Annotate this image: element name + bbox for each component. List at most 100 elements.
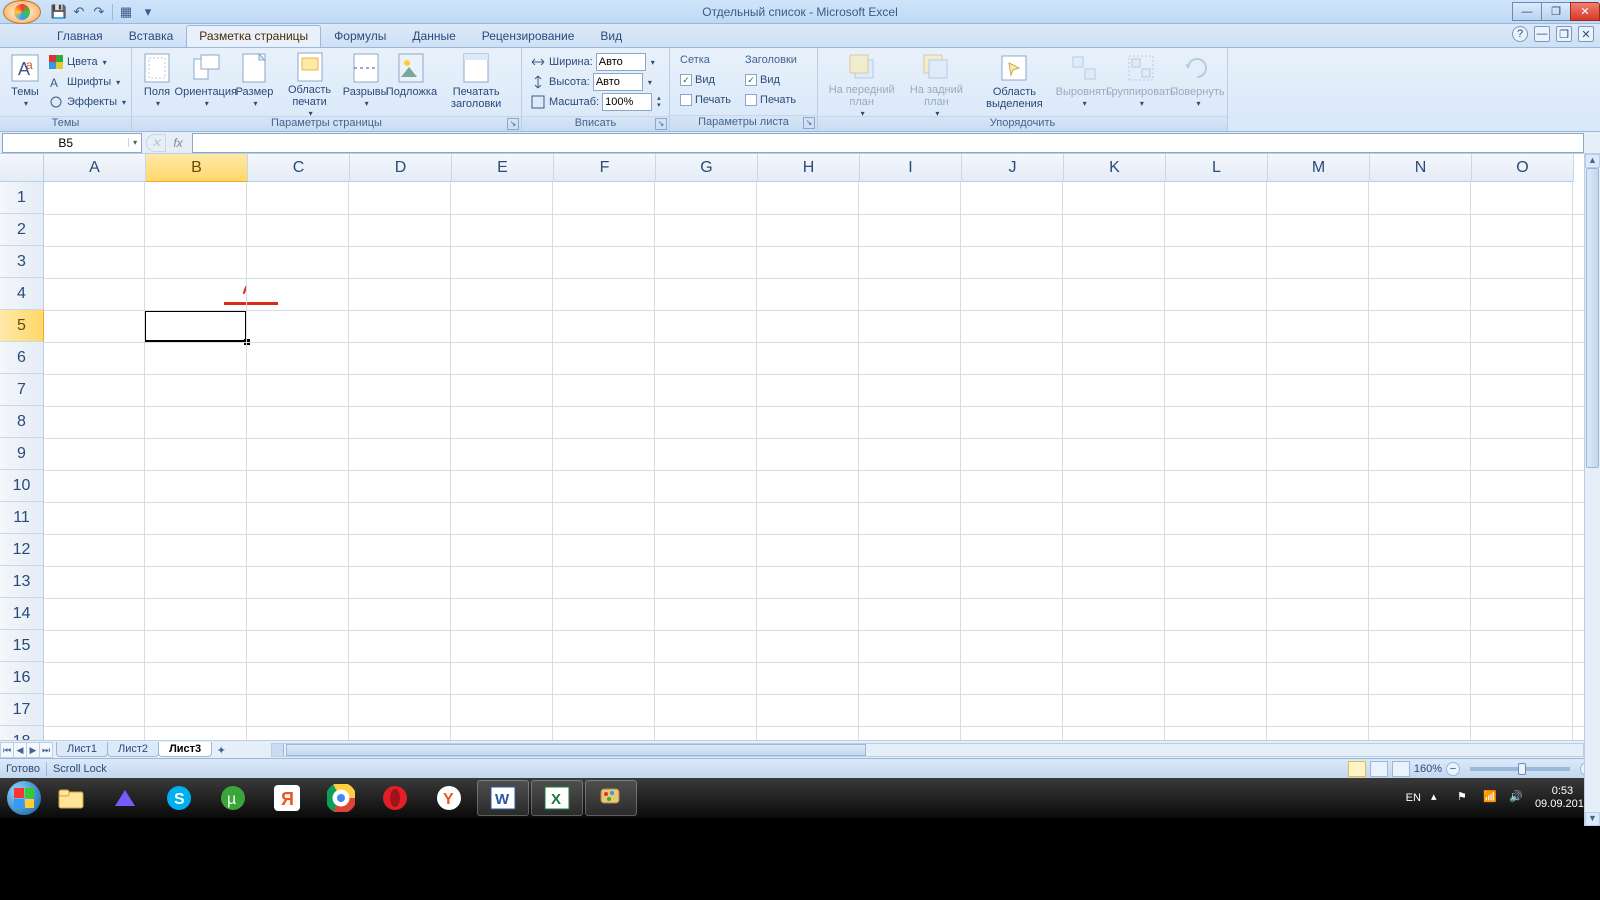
redo-icon[interactable]: ↷ [90,3,108,21]
taskbar-opera-icon[interactable] [369,780,421,816]
taskbar-skype-icon[interactable]: S [153,780,205,816]
row-header[interactable]: 16 [0,662,44,694]
gridlines-view-check[interactable]: ✓Вид [678,70,733,90]
col-header[interactable]: L [1166,154,1268,182]
tab-review[interactable]: Рецензирование [469,25,588,47]
sheet-last-icon[interactable]: ⏭ [39,742,53,758]
name-box-dropdown-icon[interactable]: ▾ [128,138,141,147]
view-normal-button[interactable] [1348,761,1366,777]
zoom-slider[interactable] [1470,767,1570,771]
sheet-options-launcher[interactable]: ↘ [803,117,815,129]
print-titles-button[interactable]: Печатать заголовки [435,50,517,114]
col-header[interactable]: B [146,154,248,182]
doc-close-icon[interactable]: ✕ [1578,26,1594,42]
col-header[interactable]: H [758,154,860,182]
row-header[interactable]: 3 [0,246,44,278]
help-icon[interactable]: ? [1512,26,1528,42]
view-page-break-button[interactable] [1392,761,1410,777]
row-header[interactable]: 1 [0,182,44,214]
scale-input[interactable] [602,93,652,111]
tab-home[interactable]: Главная [44,25,116,47]
scale-launcher[interactable]: ↘ [655,118,667,130]
col-header[interactable]: A [44,154,146,182]
undo-icon[interactable]: ↶ [70,3,88,21]
tab-insert[interactable]: Вставка [116,25,187,47]
row-header[interactable]: 14 [0,598,44,630]
vertical-scrollbar[interactable]: ▲ ▼ [1584,154,1600,826]
col-header[interactable]: F [554,154,656,182]
selection-pane-button[interactable]: Область выделения [971,50,1057,114]
theme-effects-button[interactable]: Эффекты▾ [46,92,128,112]
row-header[interactable]: 8 [0,406,44,438]
taskbar-utorrent-icon[interactable]: µ [207,780,259,816]
cells-area[interactable] [44,182,1600,740]
scale-down-icon[interactable]: ▾ [657,102,661,109]
sheet-tab[interactable]: Лист1 [56,742,108,757]
minimize-button[interactable]: — [1512,2,1542,21]
active-cell[interactable] [144,310,247,342]
row-header[interactable]: 13 [0,566,44,598]
height-dropdown-icon[interactable]: ▾ [648,78,652,87]
doc-restore-icon[interactable]: ❐ [1556,26,1572,42]
headings-view-check[interactable]: ✓Вид [743,70,799,90]
taskbar-yandex-icon[interactable]: Я [261,780,313,816]
zoom-out-button[interactable]: − [1446,762,1460,776]
start-button[interactable] [4,778,44,818]
tray-flag-icon[interactable]: ⚑ [1457,790,1473,806]
scrollbar-thumb[interactable] [1586,168,1599,468]
col-header[interactable]: G [656,154,758,182]
cancel-formula-icon[interactable]: ✕ [146,134,166,152]
tab-page-layout[interactable]: Разметка страницы [186,25,321,47]
col-header[interactable]: K [1064,154,1166,182]
row-header[interactable]: 9 [0,438,44,470]
sheet-next-icon[interactable]: ▶ [26,742,40,758]
scrollbar-thumb[interactable] [286,744,866,756]
gridlines-print-check[interactable]: Печать [678,90,733,110]
tray-network-icon[interactable]: 📶 [1483,790,1499,806]
office-button[interactable] [3,0,41,24]
zoom-level[interactable]: 160% [1414,763,1442,775]
sheet-tab[interactable]: Лист2 [107,742,159,757]
formula-input[interactable] [192,133,1584,153]
col-header[interactable]: J [962,154,1064,182]
print-area-button[interactable]: Область печати▾ [275,50,343,114]
col-header[interactable]: I [860,154,962,182]
view-page-layout-button[interactable] [1370,761,1388,777]
tab-split-handle[interactable] [272,744,284,756]
tab-data[interactable]: Данные [399,25,468,47]
switch-windows-icon[interactable]: ▦ [117,3,135,21]
scale-up-icon[interactable]: ▴ [657,95,661,102]
row-header[interactable]: 4 [0,278,44,310]
tray-volume-icon[interactable]: 🔊 [1509,790,1525,806]
tab-view[interactable]: Вид [587,25,635,47]
name-box[interactable]: ▾ [2,133,142,153]
themes-button[interactable]: Aa Темы▾ [4,50,46,114]
row-header[interactable]: 12 [0,534,44,566]
col-header[interactable]: M [1268,154,1370,182]
row-header[interactable]: 5 [0,310,44,342]
col-header[interactable]: D [350,154,452,182]
taskbar-explorer-icon[interactable] [45,780,97,816]
taskbar-excel-icon[interactable]: X [531,780,583,816]
scroll-up-icon[interactable]: ▲ [1585,154,1600,168]
select-all-corner[interactable] [0,154,44,182]
theme-colors-button[interactable]: Цвета▾ [46,52,128,72]
theme-fonts-button[interactable]: AШрифты▾ [46,72,128,92]
row-header[interactable]: 7 [0,374,44,406]
tray-lang[interactable]: EN [1406,792,1421,804]
row-header[interactable]: 2 [0,214,44,246]
headings-print-check[interactable]: Печать [743,90,799,110]
taskbar-paint-icon[interactable] [585,780,637,816]
col-header[interactable]: O [1472,154,1574,182]
horizontal-scrollbar[interactable] [271,743,1584,757]
fit-height-input[interactable] [593,73,643,91]
orientation-button[interactable]: Ориентация▾ [178,50,233,114]
tab-formulas[interactable]: Формулы [321,25,399,47]
row-header[interactable]: 6 [0,342,44,374]
page-setup-launcher[interactable]: ↘ [507,118,519,130]
row-header[interactable]: 10 [0,470,44,502]
width-dropdown-icon[interactable]: ▾ [651,58,655,67]
sheet-first-icon[interactable]: ⏮ [0,742,14,758]
taskbar-word-icon[interactable]: W [477,780,529,816]
zoom-slider-knob[interactable] [1518,763,1526,775]
